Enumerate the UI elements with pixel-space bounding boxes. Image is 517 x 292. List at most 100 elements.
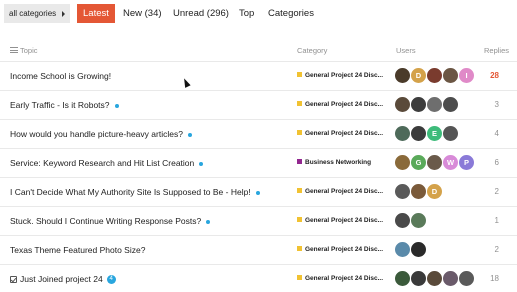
avatar[interactable] <box>395 68 410 83</box>
category-link[interactable]: Business Networking <box>297 159 387 166</box>
table-row[interactable]: Income School is Growing! General Project… <box>0 62 517 91</box>
avatar[interactable]: G <box>411 155 426 170</box>
avatar[interactable]: E <box>427 126 442 141</box>
avatar[interactable] <box>395 184 410 199</box>
topic-title-link[interactable]: Service: Keyword Research and Hit List C… <box>10 158 204 168</box>
avatar[interactable] <box>459 271 474 286</box>
category-label: General Project 24 Disc... <box>305 217 384 224</box>
category-label: General Project 24 Disc... <box>305 101 384 108</box>
table-row[interactable]: How would you handle picture-heavy artic… <box>0 120 517 149</box>
tab-unread[interactable]: Unread (296) <box>173 4 229 23</box>
avatar[interactable] <box>411 126 426 141</box>
category-color-swatch <box>297 217 302 222</box>
category-link[interactable]: General Project 24 Disc... <box>297 72 387 79</box>
unread-dot-icon <box>255 190 260 195</box>
header-topic[interactable]: Topic <box>20 46 38 55</box>
topic-title-link[interactable]: I Can't Decide What My Authority Site Is… <box>10 187 260 197</box>
topic-title-link[interactable]: Early Traffic - Is it Robots? <box>10 100 119 110</box>
avatar[interactable] <box>395 213 410 228</box>
category-color-swatch <box>297 188 302 193</box>
topic-title-text: Early Traffic - Is it Robots? <box>10 100 110 110</box>
category-link[interactable]: General Project 24 Disc... <box>297 246 387 253</box>
avatar[interactable] <box>443 271 458 286</box>
category-color-swatch <box>297 130 302 135</box>
avatar[interactable] <box>427 155 442 170</box>
reply-count[interactable]: 1 <box>495 216 499 225</box>
participant-avatars <box>395 242 427 258</box>
tab-categories[interactable]: Categories <box>268 4 314 23</box>
tab-new[interactable]: New (34) <box>123 4 162 23</box>
avatar[interactable] <box>395 126 410 141</box>
avatar[interactable]: W <box>443 155 458 170</box>
category-label: Business Networking <box>305 159 372 166</box>
topic-title-text: Income School is Growing! <box>10 71 112 81</box>
topic-title-link[interactable]: Stuck. Should I Continue Writing Respons… <box>10 216 211 226</box>
avatar[interactable] <box>395 155 410 170</box>
topic-title-text: Just Joined project 24 <box>20 274 103 284</box>
category-link[interactable]: General Project 24 Disc... <box>297 275 387 282</box>
topic-title-text: How would you handle picture-heavy artic… <box>10 129 183 139</box>
reply-count[interactable]: 4 <box>495 129 499 138</box>
category-dropdown[interactable]: all categories <box>4 4 70 23</box>
list-icon <box>10 47 18 53</box>
new-posts-badge[interactable]: 4 <box>106 275 116 285</box>
avatar[interactable]: D <box>411 68 426 83</box>
header-replies[interactable]: Replies <box>484 46 509 55</box>
category-label: General Project 24 Disc... <box>305 130 384 137</box>
topic-title-text: Texas Theme Featured Photo Size? <box>10 245 146 255</box>
reply-count[interactable]: 3 <box>495 100 499 109</box>
category-link[interactable]: General Project 24 Disc... <box>297 188 387 195</box>
tab-latest[interactable]: Latest <box>77 4 115 23</box>
avatar[interactable] <box>427 271 442 286</box>
avatar[interactable] <box>443 126 458 141</box>
avatar[interactable] <box>427 68 442 83</box>
unread-dot-icon <box>187 132 192 137</box>
participant-avatars <box>395 271 475 287</box>
category-label: General Project 24 Disc... <box>305 275 384 282</box>
table-row[interactable]: Just Joined project 24 4 General Project 2… <box>0 265 517 292</box>
topic-title-text: Service: Keyword Research and Hit List C… <box>10 158 195 168</box>
reply-count[interactable]: 6 <box>495 158 499 167</box>
avatar[interactable]: D <box>427 184 442 199</box>
avatar[interactable] <box>395 242 410 257</box>
category-link[interactable]: General Project 24 Disc... <box>297 217 387 224</box>
header-category[interactable]: Category <box>297 46 327 55</box>
header-users: Users <box>396 46 416 55</box>
avatar[interactable] <box>411 271 426 286</box>
avatar[interactable] <box>395 97 410 112</box>
topic-title-link[interactable]: Income School is Growing! <box>10 71 111 81</box>
topic-title-link[interactable]: Just Joined project 24 4 <box>10 274 116 285</box>
avatar[interactable] <box>427 97 442 112</box>
reply-count[interactable]: 18 <box>490 274 499 283</box>
category-link[interactable]: General Project 24 Disc... <box>297 101 387 108</box>
caret-right-icon <box>62 11 65 17</box>
avatar[interactable] <box>443 97 458 112</box>
category-link[interactable]: General Project 24 Disc... <box>297 130 387 137</box>
table-row[interactable]: Stuck. Should I Continue Writing Respons… <box>0 207 517 236</box>
table-row[interactable]: Early Traffic - Is it Robots? General Pro… <box>0 91 517 120</box>
topic-title-link[interactable]: Texas Theme Featured Photo Size? <box>10 245 145 255</box>
avatar[interactable] <box>395 271 410 286</box>
topic-title-link[interactable]: How would you handle picture-heavy artic… <box>10 129 192 139</box>
category-color-swatch <box>297 159 302 164</box>
table-row[interactable]: I Can't Decide What My Authority Site Is… <box>0 178 517 207</box>
avatar[interactable]: P <box>459 155 474 170</box>
unread-dot-icon <box>206 219 211 224</box>
reply-count[interactable]: 28 <box>490 71 499 80</box>
avatar[interactable] <box>411 213 426 228</box>
topic-title-text: I Can't Decide What My Authority Site Is… <box>10 187 251 197</box>
table-row[interactable]: Texas Theme Featured Photo Size? General … <box>0 236 517 265</box>
category-dropdown-label: all categories <box>9 9 57 18</box>
tab-top[interactable]: Top <box>239 4 254 23</box>
topic-nav: all categories Latest New (34) Unread (2… <box>0 0 517 30</box>
table-row[interactable]: Service: Keyword Research and Hit List C… <box>0 149 517 178</box>
avatar[interactable] <box>411 184 426 199</box>
topic-list-header: Topic Category Users Replies <box>0 40 517 62</box>
participant-avatars: DI <box>395 68 475 84</box>
avatar[interactable] <box>411 242 426 257</box>
reply-count[interactable]: 2 <box>495 187 499 196</box>
reply-count[interactable]: 2 <box>495 245 499 254</box>
avatar[interactable] <box>411 97 426 112</box>
avatar[interactable]: I <box>459 68 474 83</box>
avatar[interactable] <box>443 68 458 83</box>
